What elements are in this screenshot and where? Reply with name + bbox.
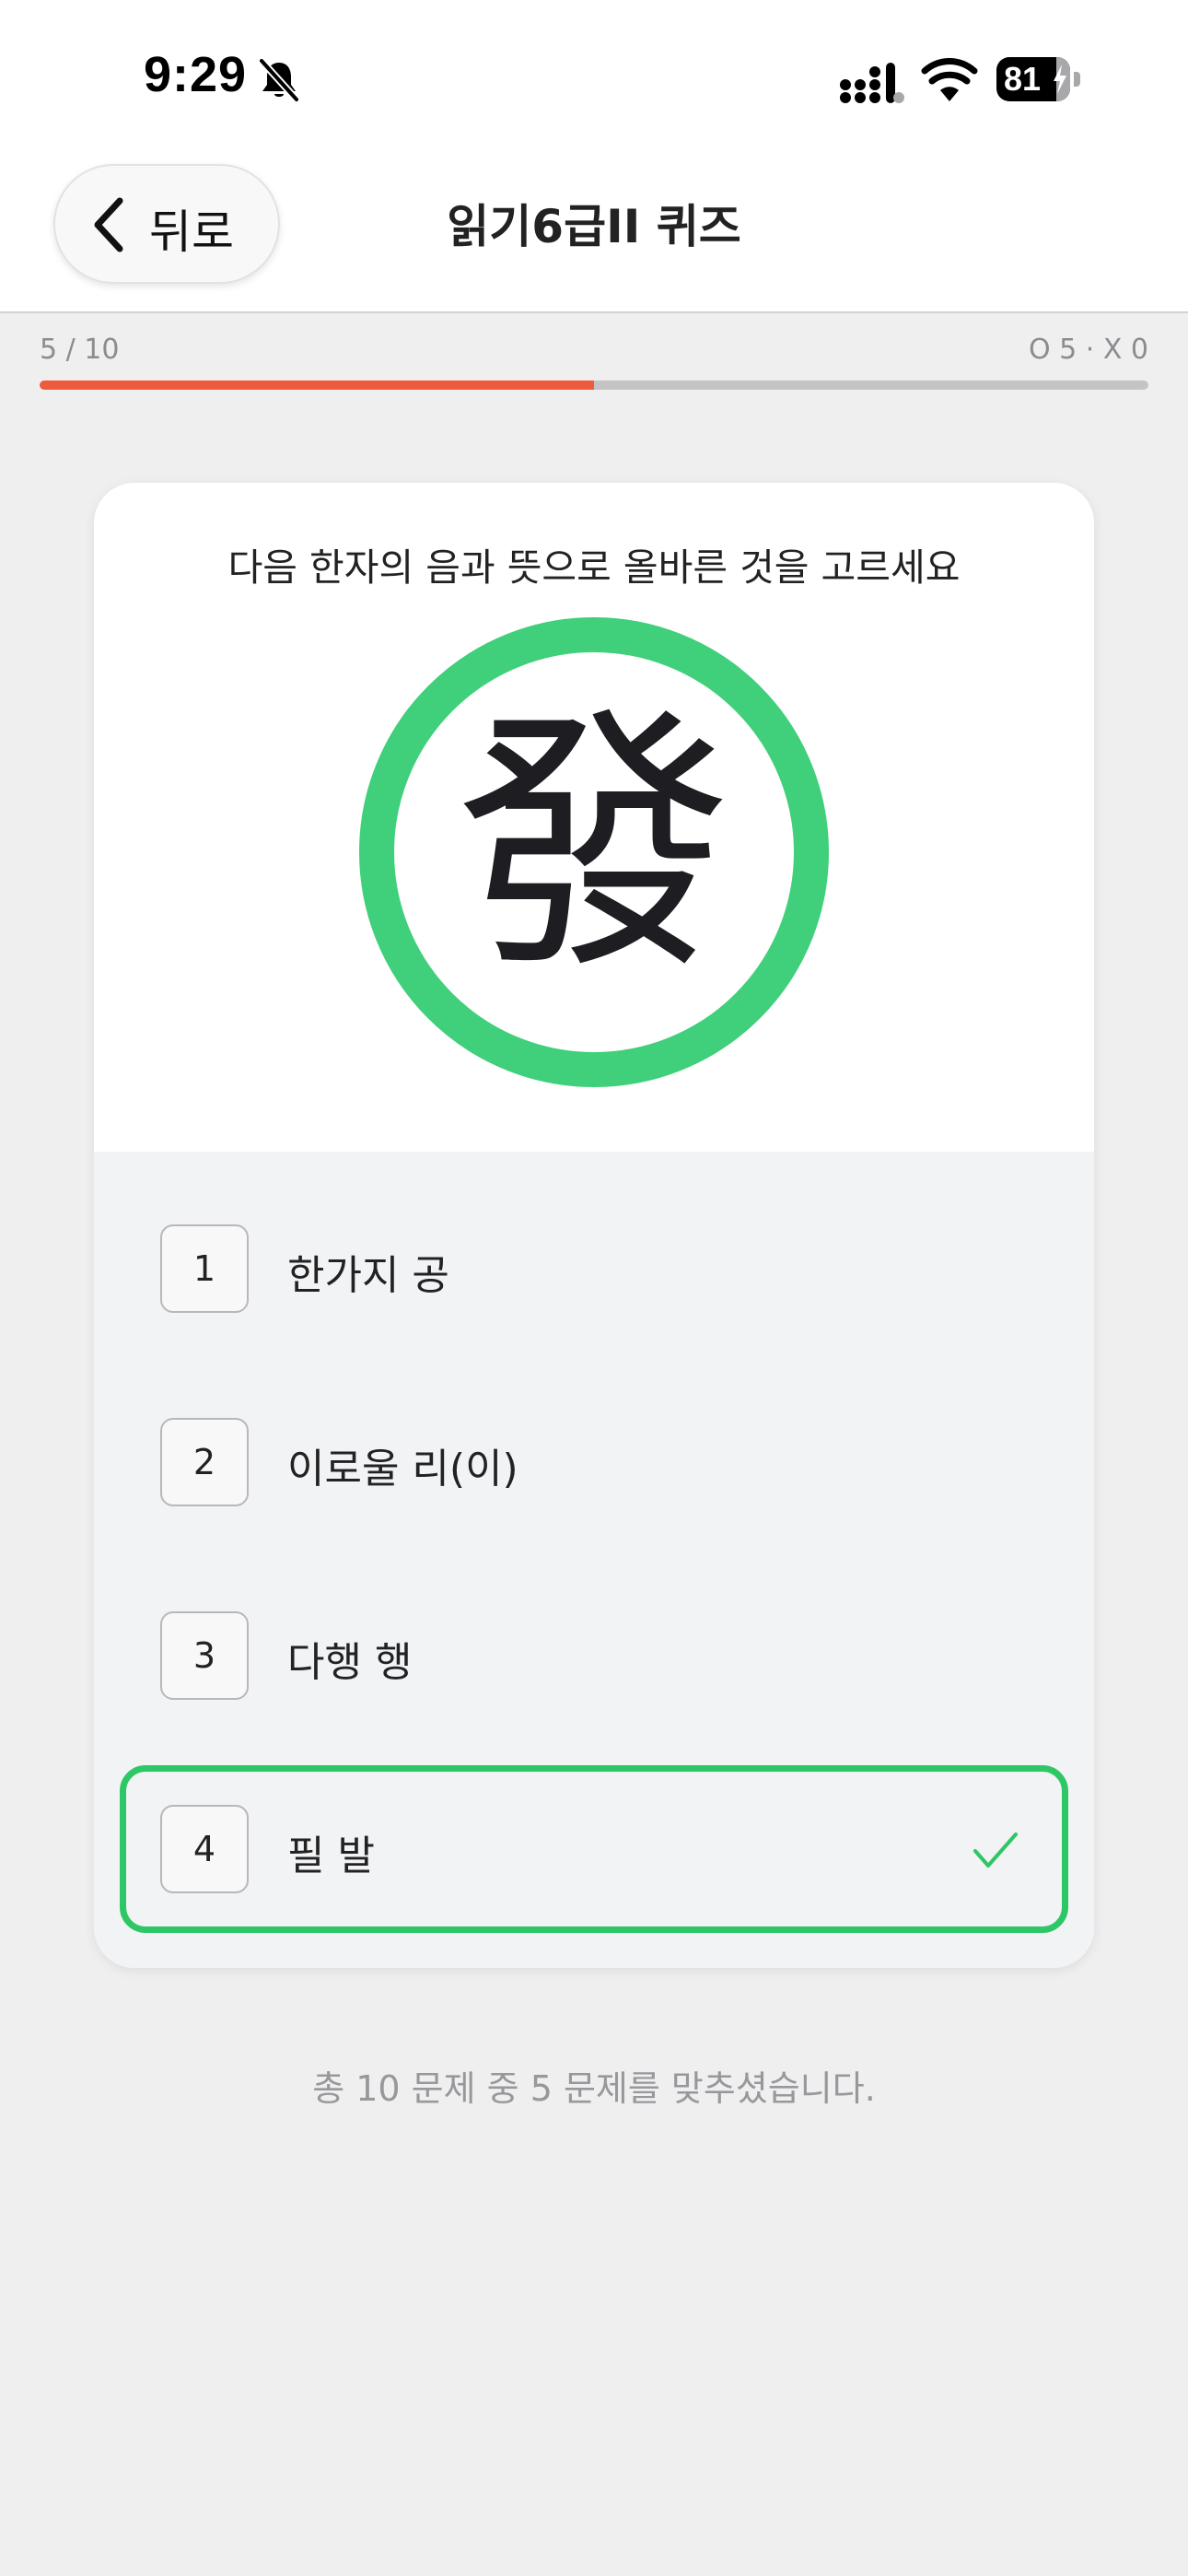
question-text: 다음 한자의 음과 뜻으로 올바른 것을 고르세요 [227,545,961,590]
battery-percent: 81 [1004,60,1042,98]
option-label: 한가지 공 [287,1252,449,1299]
option-number: 2 [160,1418,249,1506]
option-number: 4 [160,1805,249,1893]
charging-bolt-icon [1054,64,1066,94]
correct-answer-circle: 發 [359,617,829,1087]
progress-score: O 5 · X 0 [1028,334,1148,366]
page-title: 읽기6급II 퀴즈 [447,200,741,253]
wifi-icon [921,58,978,101]
option-number: 1 [160,1224,249,1313]
option-label: 다행 행 [287,1639,413,1686]
check-icon [973,1832,1018,1868]
battery-body: 81 [996,57,1070,101]
progress-bar [40,381,1148,390]
option-label: 이로울 리(이) [287,1446,518,1493]
status-time: 9:29 [144,47,248,102]
signal-icon [840,63,904,103]
status-bar: 9:29 81 [0,0,1188,157]
result-text: 총 10 문제 중 5 문제를 맞추셨습니다. [312,2068,876,2109]
answer-options: 1 한가지 공 2 이로울 리(이) 3 다행 행 4 필 발 [94,1152,1094,1968]
quiz-card: 다음 한자의 음과 뜻으로 올바른 것을 고르세요 發 1 한가지 공 2 이로… [94,483,1094,1968]
option-label: 필 발 [287,1832,375,1879]
header: 9:29 81 뒤로 읽기6급II 퀴즈 [0,0,1188,313]
battery-tip [1074,72,1080,87]
hanja-character: 發 [456,685,732,1006]
progress-bar-fill [40,381,594,390]
option-number: 3 [160,1611,249,1700]
answer-option-4[interactable]: 4 필 발 [120,1765,1068,1933]
answer-option-2[interactable]: 2 이로울 리(이) [120,1378,1068,1546]
progress-count: 5 / 10 [40,334,120,366]
battery-icon: 81 [996,57,1083,101]
bell-slash-icon [259,58,299,102]
answer-option-3[interactable]: 3 다행 행 [120,1572,1068,1739]
answer-option-1[interactable]: 1 한가지 공 [120,1185,1068,1352]
